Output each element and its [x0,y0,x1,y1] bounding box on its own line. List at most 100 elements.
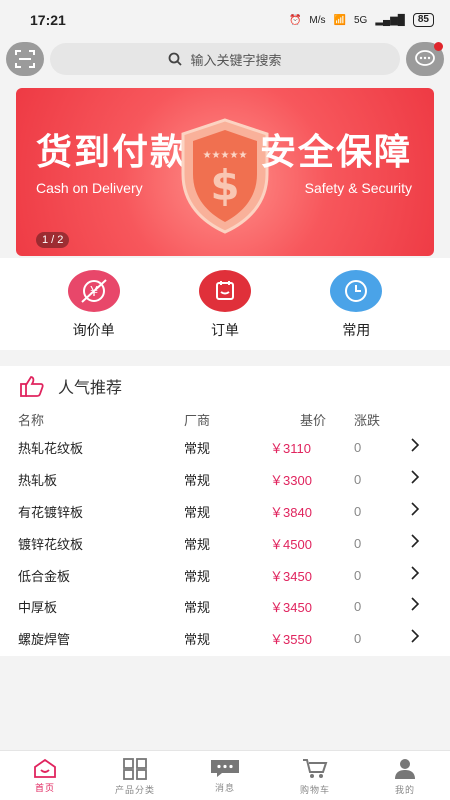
product-change: 0 [354,472,362,488]
product-name: 螺旋焊管 [18,632,71,648]
chevron-right-icon[interactable] [410,534,430,553]
battery-icon: 85 [412,13,434,27]
clock-icon [330,270,383,312]
category-grid-icon [123,758,147,780]
banner-left-title: 货到付款 [36,131,189,172]
svg-text:★★★★★: ★★★★★ [203,150,248,161]
search-row: 输入关键字搜索 [0,41,450,77]
product-price: ￥3550 [270,632,312,648]
product-maker: 常规 [184,632,211,648]
quick-actions: ¥ 询价单 订单 常用 [0,258,450,350]
banner-left-subtitle: Cash on Delivery [36,180,143,196]
product-name: 有花镀锌板 [18,504,84,520]
product-change: 0 [354,599,362,615]
table-row[interactable]: 有花镀锌板 常规 ￥3840 0 [0,496,450,528]
product-name: 低合金板 [18,568,71,584]
table-row[interactable]: 热轧板 常规 ￥3300 0 [0,464,450,496]
header-name: 名称 [18,412,45,428]
recommend-section: 人气推荐 名称 厂商 基价 涨跌 热轧花纹板 常规 ￥3110 0 热轧板 常规 ￥3300… [0,366,450,656]
tab-label: 我的 [394,785,415,795]
tab-label: 首页 [34,783,55,793]
tab-label: 产品分类 [114,785,155,795]
chevron-right-icon[interactable] [410,566,430,585]
tab-messages[interactable]: 消息 [180,751,270,800]
quick-action-order[interactable]: 订单 [180,258,270,350]
table-row[interactable]: 螺旋焊管 常规 ￥3550 0 [0,623,450,655]
product-maker: 常规 [184,600,211,616]
search-placeholder: 输入关键字搜索 [190,52,282,68]
tab-label: 购物车 [299,785,330,795]
header-price: 基价 [300,412,327,428]
quick-action-inquiry[interactable]: ¥ 询价单 [49,258,139,350]
home-icon [34,758,56,778]
table-row[interactable]: 热轧花纹板 常规 ￥3110 0 [0,432,450,464]
banner-right-subtitle: Safety & Security [304,180,412,196]
chat-icon [415,50,435,66]
table-row[interactable]: 镀锌花纹板 常规 ￥4500 0 [0,527,450,559]
product-change: 0 [354,631,362,647]
network-speed: M/s [309,14,326,26]
banner-right-text: 安全保障 Safety & Security [260,130,412,196]
tab-profile[interactable]: 我的 [360,751,450,800]
signal-label: 5G [353,14,368,26]
quick-action-label: 询价单 [72,322,115,338]
tab-category[interactable]: 产品分类 [90,751,180,800]
scan-button[interactable] [6,42,44,76]
tab-label: 消息 [214,783,235,793]
quick-action-common[interactable]: 常用 [311,258,401,350]
product-name: 中厚板 [18,600,58,616]
chevron-right-icon[interactable] [410,629,430,648]
tab-cart[interactable]: 购物车 [270,751,360,800]
chevron-right-icon[interactable] [410,470,430,489]
search-icon [169,52,183,66]
thumbs-up-icon [20,376,44,397]
svg-text:$: $ [210,161,239,210]
message-button[interactable] [406,42,444,76]
quick-action-label: 订单 [210,322,239,338]
bottom-tabbar: 首页 产品分类 消息 购物车 我的 [0,750,450,800]
cart-icon [303,759,328,778]
chevron-right-icon[interactable] [410,438,430,457]
unread-dot [434,42,443,51]
product-change: 0 [354,503,362,519]
banner-right-title: 安全保障 [259,131,412,172]
product-change: 0 [354,567,362,583]
product-maker: 常规 [184,473,211,489]
dollar-shield-icon: $ ★★★★★ [181,118,269,234]
recommend-title: 人气推荐 [58,380,123,397]
tab-home[interactable]: 首页 [0,751,90,800]
wifi-icon: 📶 [333,14,346,26]
scan-icon [15,50,35,68]
search-input[interactable]: 输入关键字搜索 [50,43,400,75]
profile-icon [395,759,415,779]
chevron-right-icon[interactable] [410,597,430,616]
table-header: 名称 厂商 基价 涨跌 [0,406,450,432]
status-time: 17:21 [30,12,66,28]
product-maker: 常规 [184,504,211,520]
product-price: ￥3300 [270,473,312,489]
product-maker: 常规 [184,568,211,584]
recommend-header: 人气推荐 [0,366,450,406]
product-maker: 常规 [184,536,211,552]
table-row[interactable]: 低合金板 常规 ￥3450 0 [0,559,450,591]
product-price: ￥3450 [270,600,312,616]
quick-action-label: 常用 [342,322,371,338]
price-inquiry-icon: ¥ [67,270,120,312]
promo-banner[interactable]: 货到付款 Cash on Delivery $ ★★★★★ 安全保障 Safet… [16,88,434,256]
header-maker: 厂商 [184,412,211,428]
product-name: 热轧花纹板 [18,441,84,457]
header-change: 涨跌 [354,412,381,428]
table-row[interactable]: 中厚板 常规 ￥3450 0 [0,591,450,623]
product-price: ￥3450 [270,568,312,584]
order-icon [198,270,251,312]
banner-left-text: 货到付款 Cash on Delivery [36,130,188,196]
signal-icon: ▂▄▆█ [375,14,405,26]
product-price: ￥4500 [270,536,312,552]
recommend-rows: 热轧花纹板 常规 ￥3110 0 热轧板 常规 ￥3300 0 有花镀锌板 常规 ￥3840 0 镀锌花… [0,432,450,655]
product-maker: 常规 [184,441,211,457]
product-name: 热轧板 [18,473,58,489]
product-change: 0 [354,535,362,551]
chevron-right-icon[interactable] [410,502,430,521]
alarm-icon: ⏰ [288,14,302,26]
product-price: ￥3840 [270,504,312,520]
